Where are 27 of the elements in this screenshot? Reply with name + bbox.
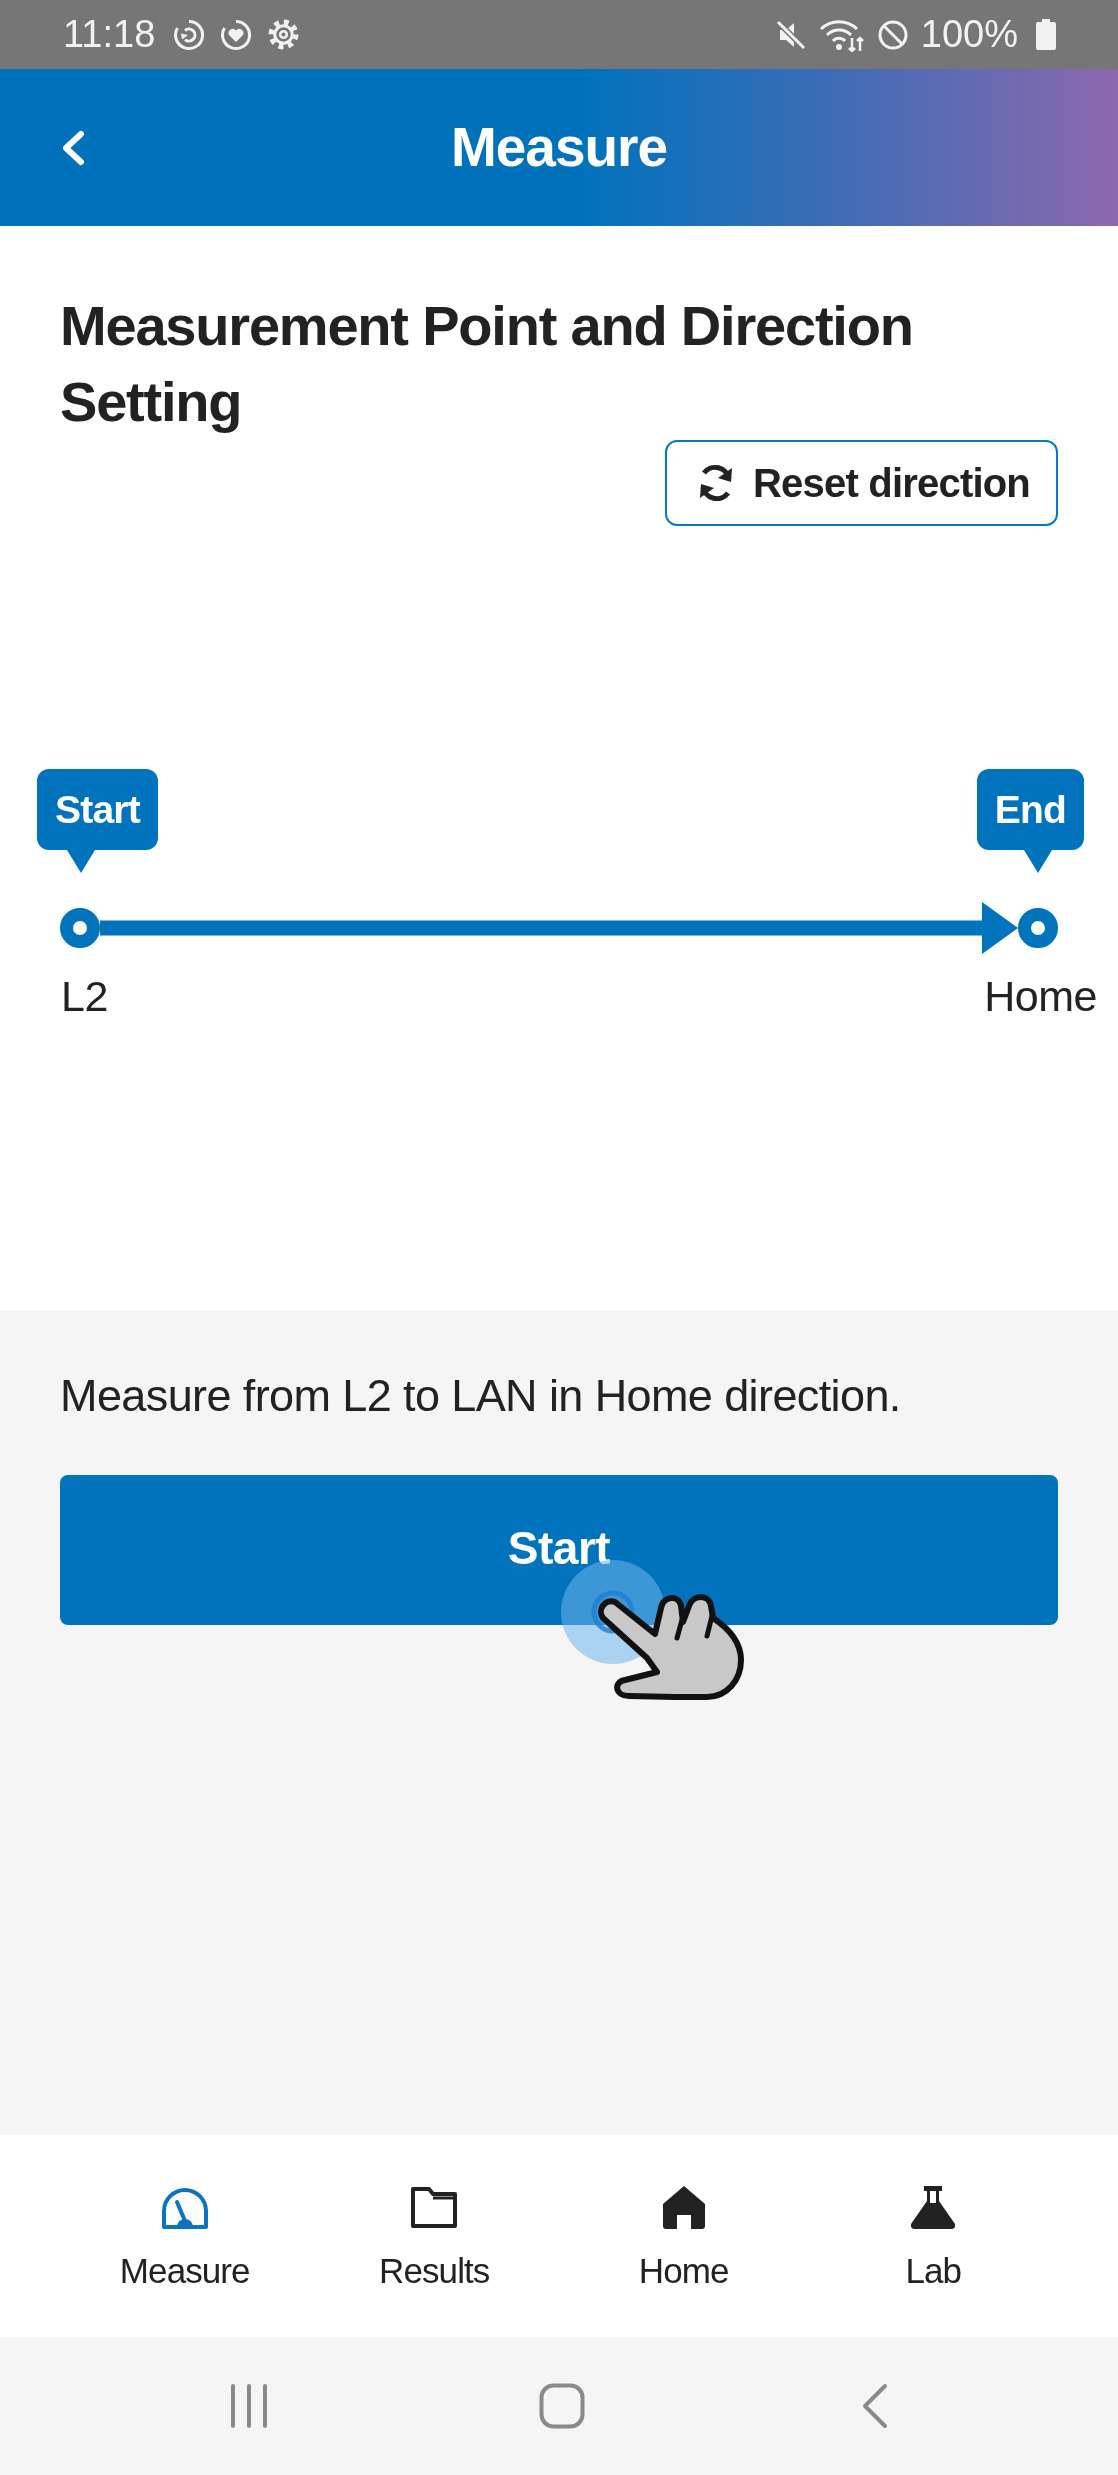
nav-tab[interactable]: Lab (808, 2184, 1058, 2292)
nav-tab[interactable]: Home (559, 2184, 809, 2292)
battery-percentage: 100% (920, 13, 1018, 56)
reset-direction-button[interactable]: Reset direction (665, 440, 1058, 526)
gear-icon (267, 18, 301, 51)
end-point-marker (1018, 908, 1058, 948)
nav-tab[interactable]: Results (309, 2184, 559, 2292)
folder-icon (410, 2184, 459, 2230)
start-point-marker (60, 908, 100, 948)
heart-circle-icon (220, 18, 253, 51)
muted-speaker-icon (774, 18, 807, 51)
rounded-square-icon[interactable] (539, 2383, 585, 2429)
start-button[interactable]: Start (60, 1475, 1058, 1625)
flask-icon (909, 2184, 958, 2230)
point-label: Home (984, 971, 1097, 1021)
chevron-left-icon[interactable] (60, 129, 86, 166)
battery-icon (1036, 19, 1056, 50)
nav-tab[interactable]: Measure (60, 2184, 310, 2292)
screen-title: Measure (450, 120, 668, 175)
point-label: L2 (61, 971, 108, 1021)
instruction-text: Measure from L2 to LAN in Home direction. (60, 1369, 902, 1423)
circle-slash-icon (876, 18, 909, 51)
chevron-left-icon[interactable] (861, 2383, 890, 2429)
wifi-icon (818, 17, 865, 52)
clock-time: 11:18 (63, 13, 156, 56)
circle-arrow-icon (173, 18, 206, 51)
section-title: Measurement Point and Direction Setting (60, 293, 914, 435)
